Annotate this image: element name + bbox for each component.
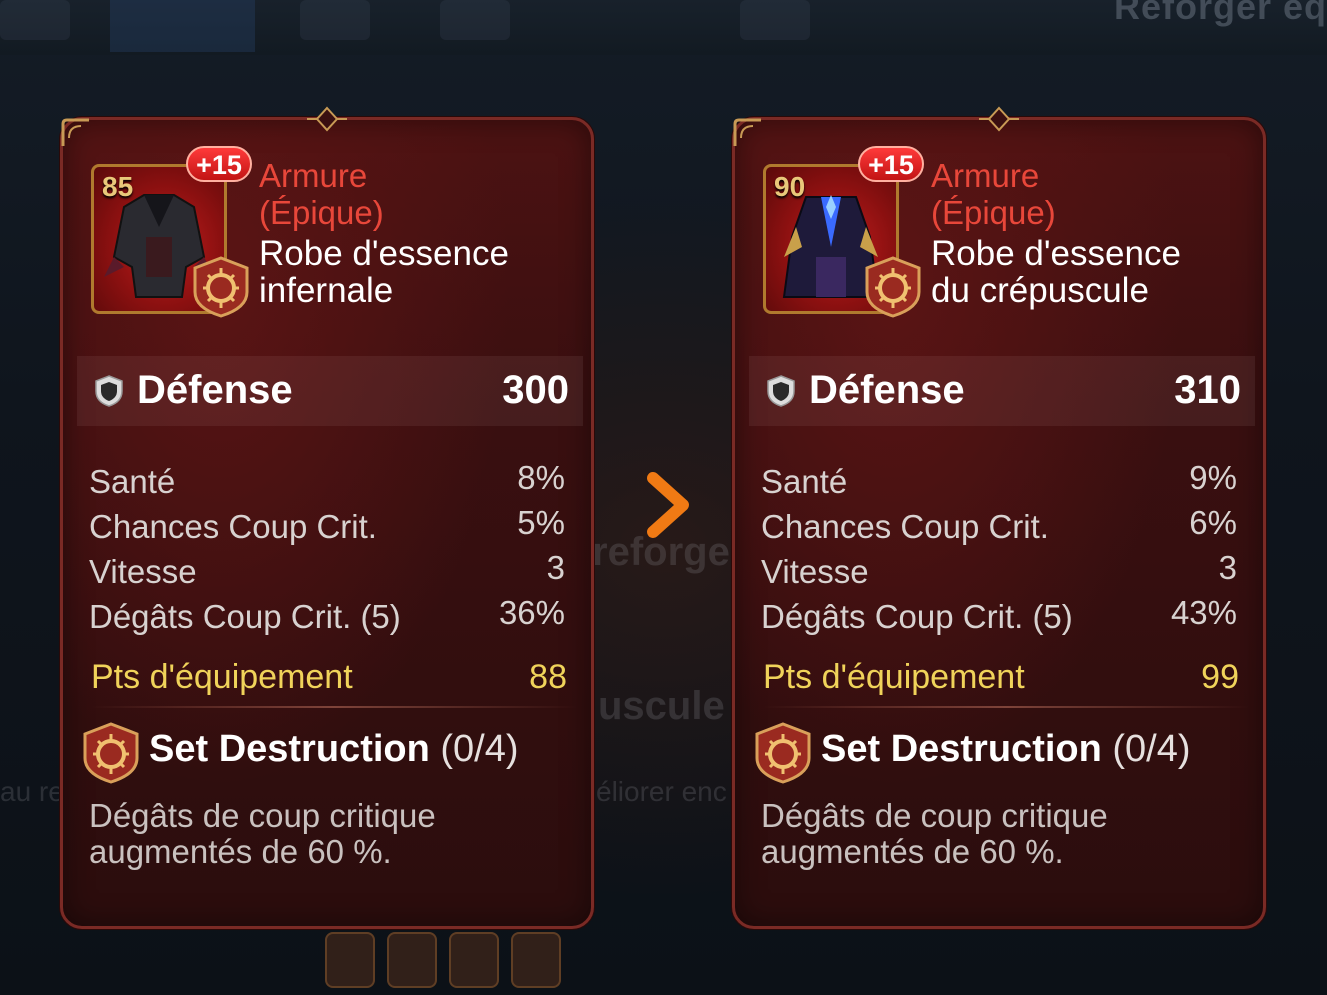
item-rarity: (Épique) <box>931 194 1056 231</box>
gear-points: Pts d'équipement 88 <box>89 658 567 702</box>
ornament-icon <box>979 106 1019 132</box>
substat-value: 43% <box>1170 594 1237 631</box>
item-name: Robe d'essence du crépuscule <box>931 235 1181 309</box>
divider <box>91 706 577 708</box>
tab-slot[interactable] <box>440 0 510 40</box>
substat-row: Santé 8% <box>89 459 565 508</box>
substat-label: Vitesse <box>761 553 869 590</box>
bottom-icon[interactable] <box>511 932 561 988</box>
set-desc-line1: Dégâts de coup critique <box>89 797 436 834</box>
item-type: Armure <box>259 157 368 194</box>
substat-list: Santé 9% Chances Coup Crit. 6% Vitesse 3… <box>761 459 1237 643</box>
main-stat-label: Défense <box>809 368 965 412</box>
substat-label: Vitesse <box>89 553 197 590</box>
gear-points-value: 99 <box>1201 658 1239 696</box>
substat-value: 9% <box>1189 459 1237 496</box>
item-name-line1: Robe d'essence <box>931 234 1181 273</box>
set-name: Set Destruction <box>821 728 1102 770</box>
set-description: Dégâts de coup critique augmentés de 60 … <box>89 798 569 870</box>
item-name-line1: Robe d'essence <box>259 234 509 273</box>
shield-icon <box>767 375 795 407</box>
top-tab-bar: Reforger éq <box>0 0 1327 55</box>
bottom-icon[interactable] <box>387 932 437 988</box>
substat-value: 3 <box>1218 549 1237 586</box>
set-progress: (0/4) <box>1112 728 1191 770</box>
main-stat: Défense 310 <box>749 356 1255 426</box>
set-title: Set Destruction (0/4) <box>821 728 1191 771</box>
set-progress: (0/4) <box>440 728 519 770</box>
ornament-icon <box>307 106 347 132</box>
bottom-icon-row <box>325 932 561 988</box>
substat-value: 36% <box>498 594 565 631</box>
reforge-title: Reforger éq <box>1113 0 1327 27</box>
substat-label: Dégâts Coup Crit. (5) <box>761 598 1073 635</box>
substat-label: Santé <box>89 463 176 500</box>
gear-points-label: Pts d'équipement <box>91 658 353 696</box>
substat-label: Chances Coup Crit. <box>761 508 1049 545</box>
set-name: Set Destruction <box>149 728 430 770</box>
bottom-icon[interactable] <box>325 932 375 988</box>
set-desc-line1: Dégâts de coup critique <box>761 797 1108 834</box>
bg-left-text: au re <box>0 776 64 807</box>
set-desc-line2: augmentés de 60 %. <box>761 833 1064 870</box>
tab-slot[interactable] <box>300 0 370 40</box>
substat-list: Santé 8% Chances Coup Crit. 5% Vitesse 3… <box>89 459 565 643</box>
item-card-after: 90 +15 Armure (Épique) Robe d'essence du… <box>732 106 1266 929</box>
substat-label: Chances Coup Crit. <box>89 508 377 545</box>
main-stat-label: Défense <box>137 368 293 412</box>
set-title: Set Destruction (0/4) <box>149 728 519 771</box>
set-description: Dégâts de coup critique augmentés de 60 … <box>761 798 1241 870</box>
item-name-line2: du crépuscule <box>931 271 1149 310</box>
item-rarity-type: Armure (Épique) <box>931 157 1056 231</box>
item-level: 85 <box>102 171 134 202</box>
bg-ameliorer-text: éliorer enc <box>596 776 727 807</box>
item-rarity: (Épique) <box>259 194 384 231</box>
corner-ornament-icon <box>733 118 761 146</box>
substat-row: Chances Coup Crit. 6% <box>761 504 1237 553</box>
destruction-set-icon <box>865 256 921 318</box>
item-rarity-type: Armure (Épique) <box>259 157 384 231</box>
shield-icon <box>95 375 123 407</box>
item-name-line2: infernale <box>259 271 394 310</box>
tab-slot[interactable] <box>0 0 70 40</box>
chevron-right-icon <box>647 472 689 538</box>
gear-points-label: Pts d'équipement <box>763 658 1025 696</box>
destruction-set-icon <box>755 722 811 784</box>
substat-row: Dégâts Coup Crit. (5) 43% <box>761 594 1237 643</box>
bg-crepuscule-text: uscule <box>598 684 725 728</box>
enhance-badge: +15 <box>186 146 252 182</box>
main-stat: Défense 300 <box>77 356 583 426</box>
bottom-icon[interactable] <box>449 932 499 988</box>
substat-label: Dégâts Coup Crit. (5) <box>89 598 401 635</box>
tab-selected[interactable] <box>110 0 255 52</box>
gear-points-value: 88 <box>529 658 567 696</box>
substat-value: 5% <box>517 504 565 541</box>
substat-value: 8% <box>517 459 565 496</box>
substat-row: Santé 9% <box>761 459 1237 508</box>
item-level: 90 <box>774 171 806 202</box>
enhance-badge: +15 <box>858 146 924 182</box>
set-desc-line2: augmentés de 60 %. <box>89 833 392 870</box>
substat-label: Santé <box>761 463 848 500</box>
destruction-set-icon <box>193 256 249 318</box>
substat-row: Vitesse 3 <box>761 549 1237 598</box>
gear-points: Pts d'équipement 99 <box>761 658 1239 702</box>
destruction-set-icon <box>83 722 139 784</box>
main-stat-value: 300 <box>502 368 569 412</box>
item-card-before: 85 +15 Armure (Épique) Robe d'essence in… <box>60 106 594 929</box>
substat-value: 3 <box>546 549 565 586</box>
main-stat-value: 310 <box>1174 368 1241 412</box>
substat-value: 6% <box>1189 504 1237 541</box>
item-type: Armure <box>931 157 1040 194</box>
divider <box>763 706 1249 708</box>
tab-slot[interactable] <box>740 0 810 40</box>
substat-row: Vitesse 3 <box>89 549 565 598</box>
corner-ornament-icon <box>61 118 89 146</box>
item-name: Robe d'essence infernale <box>259 235 509 309</box>
substat-row: Chances Coup Crit. 5% <box>89 504 565 553</box>
substat-row: Dégâts Coup Crit. (5) 36% <box>89 594 565 643</box>
